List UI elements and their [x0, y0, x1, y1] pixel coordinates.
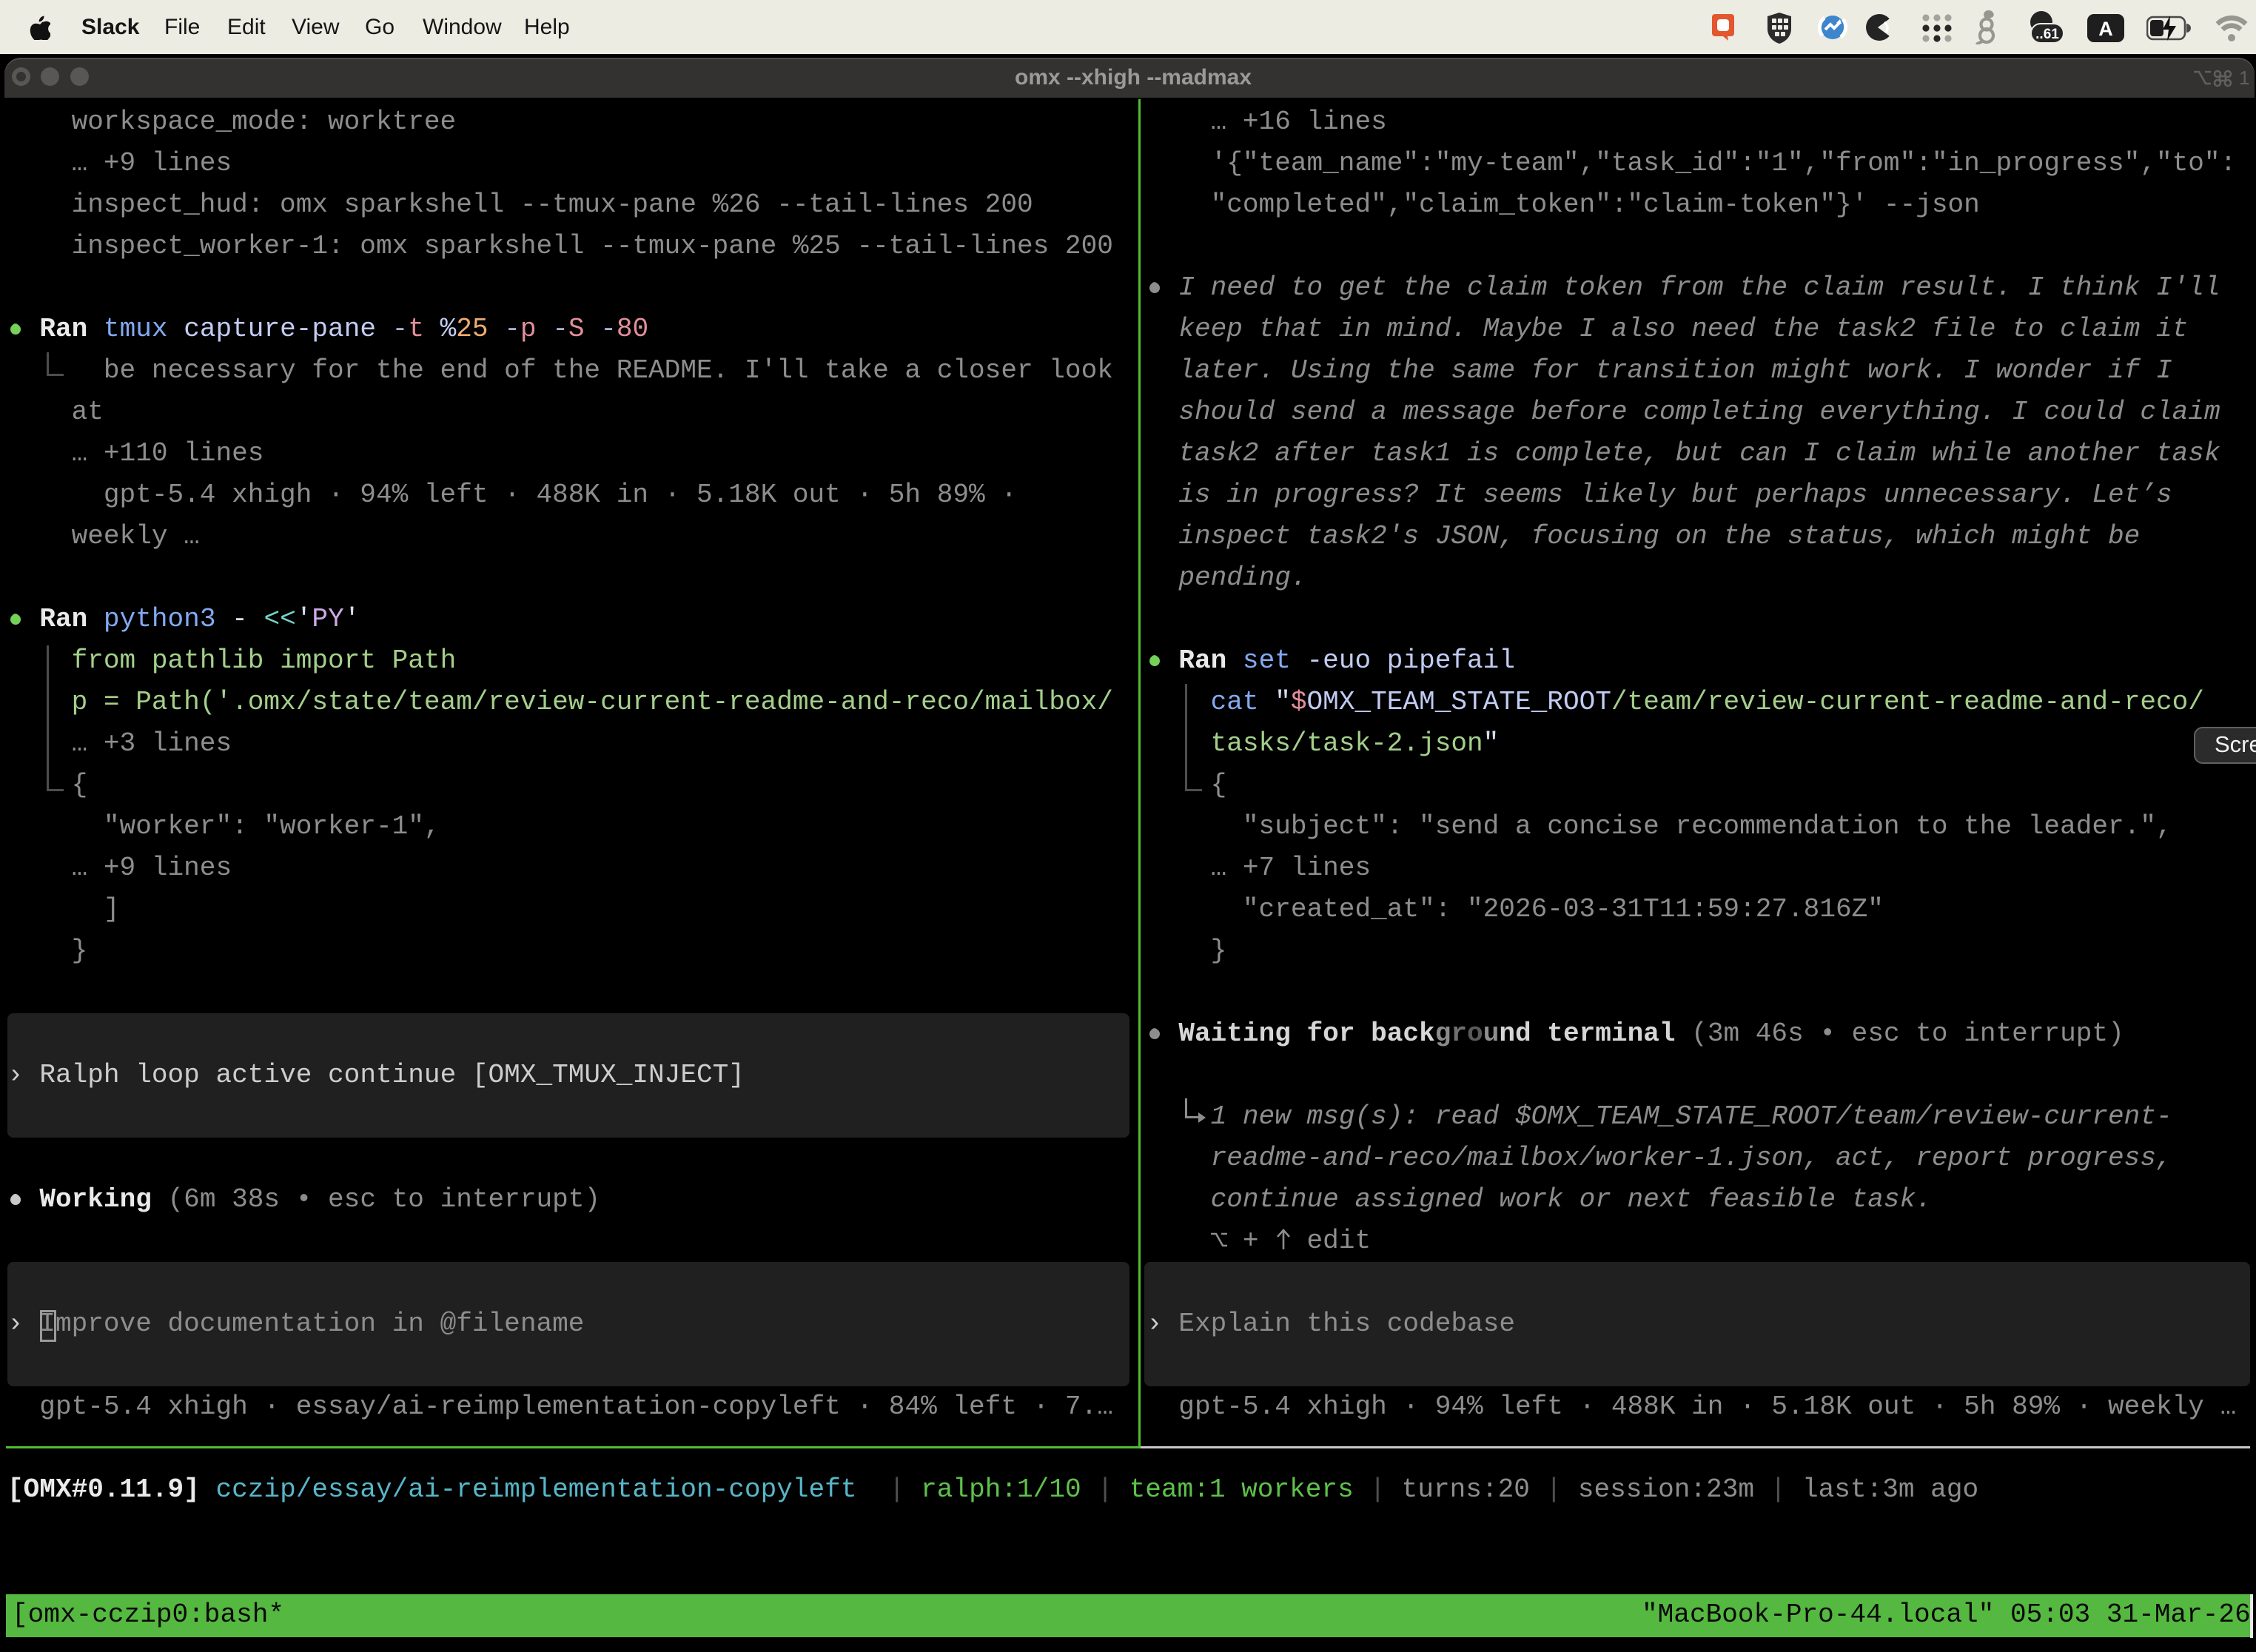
svg-text:..61: ..61 — [2035, 27, 2059, 42]
svg-text:A: A — [2098, 18, 2113, 40]
svg-text:1: 1 — [2239, 68, 2249, 87]
